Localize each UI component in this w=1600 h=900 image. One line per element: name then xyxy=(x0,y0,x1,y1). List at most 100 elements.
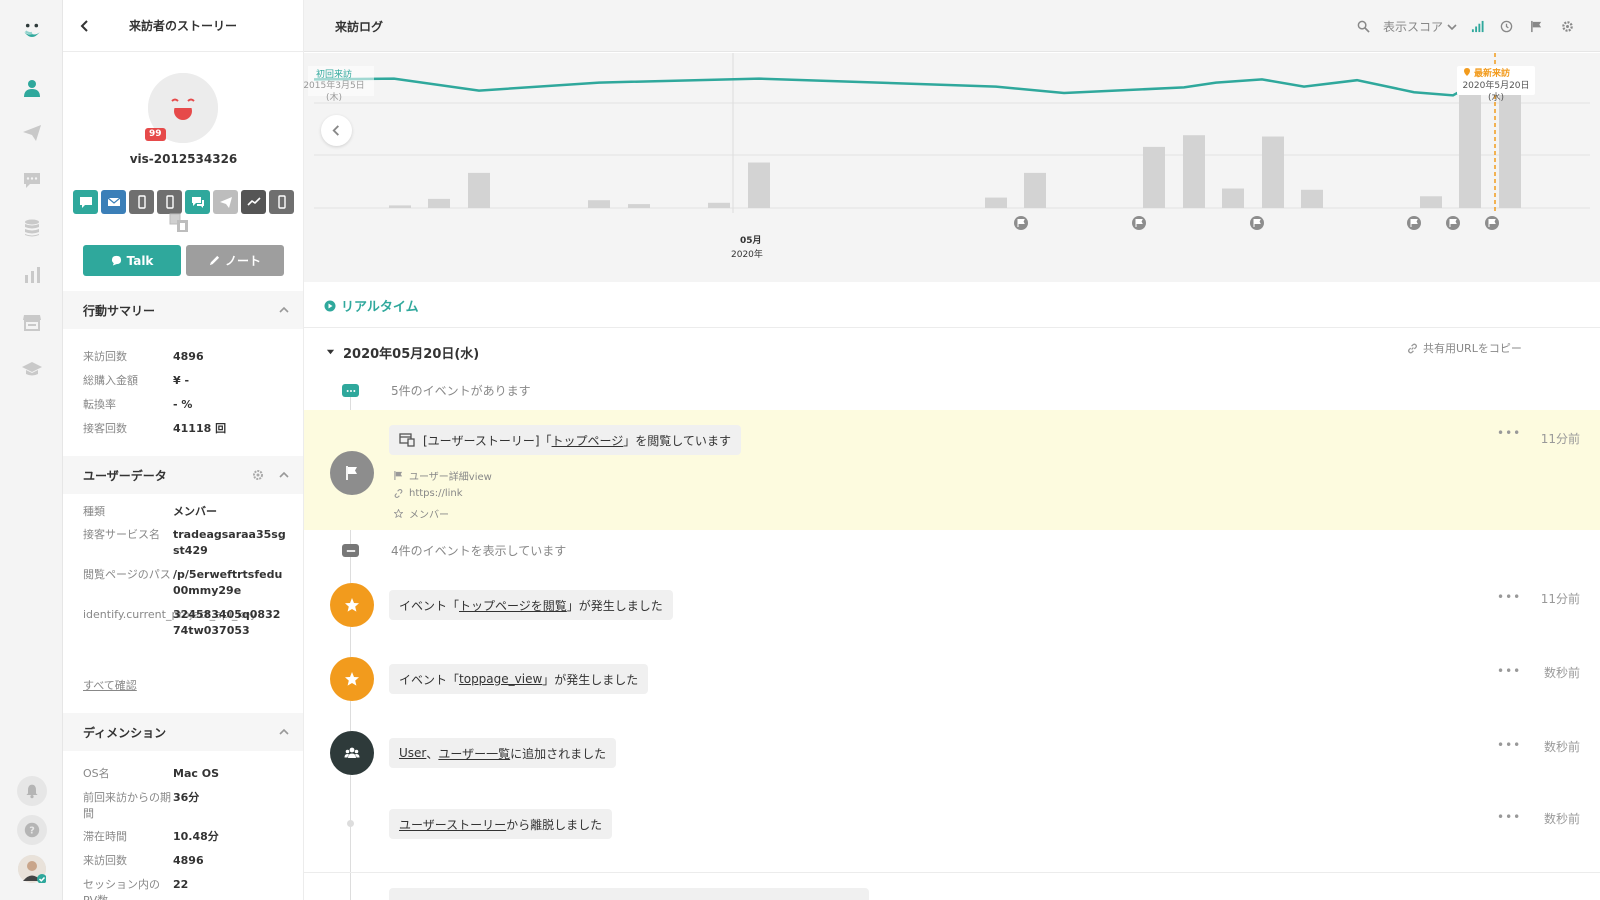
signal-bars-icon[interactable] xyxy=(1470,19,1484,33)
behavior-summary-header[interactable]: 行動サマリー xyxy=(63,291,303,329)
realtime-toggle[interactable]: リアルタイム xyxy=(324,296,419,315)
chart-bar[interactable] xyxy=(389,205,411,208)
user-data-title: ユーザーデータ xyxy=(83,468,167,483)
copy-share-url-button[interactable]: 共有用URLをコピー xyxy=(1407,340,1522,356)
note-button[interactable]: ノート xyxy=(186,245,284,276)
event-more-button[interactable]: ••• xyxy=(1497,738,1521,752)
clock-icon[interactable] xyxy=(1499,19,1513,33)
chart-bar[interactable] xyxy=(1420,196,1442,208)
chart-bar[interactable] xyxy=(1143,146,1165,208)
score-select[interactable]: 表示スコア xyxy=(1383,18,1457,35)
event-more-button[interactable]: ••• xyxy=(1497,810,1521,824)
mail-channel-icon[interactable] xyxy=(101,190,126,214)
event-more-button[interactable]: ••• xyxy=(1497,426,1521,440)
notification-badge: 99 xyxy=(145,128,166,141)
chart-bar[interactable] xyxy=(468,172,490,208)
month-tick-label: 05月 xyxy=(740,235,762,246)
user-data-header[interactable]: ユーザーデータ xyxy=(63,456,303,494)
date-group-header[interactable]: 2020年05月20日(水) xyxy=(326,343,479,362)
chevron-up-icon[interactable] xyxy=(278,469,290,481)
chart-bar[interactable] xyxy=(628,204,650,208)
note-label: ノート xyxy=(224,254,261,268)
search-icon[interactable] xyxy=(1356,19,1370,33)
event-link[interactable]: トップページを閲覧 xyxy=(459,597,567,614)
event-bubble[interactable]: [ユーザーストーリー]「 トップページ 」を閲覧しています xyxy=(389,425,741,455)
first-visit-date: 2015年3月5日 xyxy=(304,79,365,91)
event-bubble-partial[interactable] xyxy=(389,888,869,900)
store-icon[interactable] xyxy=(20,310,44,334)
star-event-icon xyxy=(330,583,374,627)
event-more-button[interactable]: ••• xyxy=(1497,664,1521,678)
bell-icon[interactable] xyxy=(17,776,47,806)
dimension-row: セッション内のPV数 22 xyxy=(83,877,293,900)
page-title: 来訪ログ xyxy=(335,20,384,34)
talk-button[interactable]: Talk xyxy=(83,245,181,276)
user-avatar[interactable] xyxy=(18,855,46,883)
collapse-events-icon[interactable] xyxy=(342,544,359,557)
app-logo-icon[interactable] xyxy=(18,18,46,46)
mobile-channel-icon[interactable] xyxy=(129,190,154,214)
latest-visit-label-text: 最新来訪 xyxy=(1474,67,1510,79)
trend-channel-icon[interactable] xyxy=(241,190,266,214)
chart-bar[interactable] xyxy=(1183,135,1205,208)
chart-bar[interactable] xyxy=(428,198,450,208)
database-icon[interactable] xyxy=(20,216,44,240)
chart-bar[interactable] xyxy=(1301,189,1323,208)
flag-icon[interactable] xyxy=(1529,19,1543,33)
dimension-header[interactable]: ディメンション xyxy=(63,713,303,751)
event-link[interactable]: ユーザー一覧 xyxy=(438,745,510,762)
chat-bubbles-icon[interactable] xyxy=(185,190,210,214)
meta-link-text[interactable]: https://link xyxy=(409,488,463,499)
chart-bar[interactable] xyxy=(708,202,730,208)
event-bubble[interactable]: イベント「 トップページを閲覧 」が発生しました xyxy=(389,590,673,620)
gear-icon[interactable] xyxy=(252,469,264,481)
copy-trash-icon[interactable] xyxy=(169,213,189,233)
chart-bar[interactable] xyxy=(1222,188,1244,209)
chart-bar[interactable] xyxy=(748,162,770,209)
score-select-label: 表示スコア xyxy=(1383,20,1444,34)
settings-gear-icon[interactable] xyxy=(1560,19,1574,33)
event-link[interactable]: toppage_view xyxy=(459,672,542,686)
chat-channel-icon[interactable] xyxy=(73,190,98,214)
event-meta-member: メンバー xyxy=(394,506,449,521)
event-link[interactable]: ユーザーストーリー xyxy=(399,816,506,833)
back-chevron-icon[interactable] xyxy=(75,16,95,36)
dimension-row: OS名 Mac OS xyxy=(83,766,293,782)
event-link[interactable]: User xyxy=(399,746,426,760)
chart-bar[interactable] xyxy=(1262,136,1284,209)
user-icon[interactable] xyxy=(20,76,44,100)
summary-row: 総購入金額 ¥ - xyxy=(83,373,293,389)
bar-chart-icon[interactable] xyxy=(20,263,44,287)
graduation-cap-icon[interactable] xyxy=(20,357,44,381)
mobile-channel-icon-3[interactable] xyxy=(269,190,294,214)
event-time: 数秒前 xyxy=(1543,666,1580,680)
score-line xyxy=(313,72,1493,97)
chart-bar[interactable] xyxy=(588,200,610,208)
more-events-icon[interactable] xyxy=(342,384,359,397)
mobile-channel-icon-2[interactable] xyxy=(157,190,182,214)
user-data-value: メンバー xyxy=(173,505,217,518)
event-more-button[interactable]: ••• xyxy=(1497,590,1521,604)
chart-bar[interactable] xyxy=(985,197,1007,208)
link-icon xyxy=(1407,343,1418,353)
chart-bar[interactable] xyxy=(1459,78,1481,208)
event-link[interactable]: トップページ xyxy=(552,432,624,449)
event-meta-link: https://link xyxy=(394,488,463,499)
send-icon[interactable] xyxy=(20,121,44,145)
small-flag-icon xyxy=(394,471,403,480)
event-bubble[interactable]: ユーザーストーリー から離脱しました xyxy=(389,809,613,839)
chevron-up-icon[interactable] xyxy=(278,726,290,738)
dimension-key: 来訪回数 xyxy=(83,854,127,867)
chart-bar[interactable] xyxy=(1024,172,1046,208)
summary-value: 4896 xyxy=(173,350,204,363)
event-bubble[interactable]: User、ユーザー一覧 に追加されました xyxy=(389,738,617,768)
send-channel-icon[interactable] xyxy=(213,190,238,214)
event-bubble[interactable]: イベント「 toppage_view 」が発生しました xyxy=(389,664,649,694)
chevron-up-icon[interactable] xyxy=(278,304,290,316)
help-icon[interactable]: ? xyxy=(17,815,47,845)
first-visit-label: 初回来訪 2015年3月5日 (木) xyxy=(304,66,374,103)
chart-prev-button[interactable] xyxy=(321,115,352,146)
see-all-link[interactable]: すべて確認 xyxy=(83,677,137,693)
chat-icon[interactable] xyxy=(20,168,44,192)
dimension-value: 4896 xyxy=(173,854,204,867)
